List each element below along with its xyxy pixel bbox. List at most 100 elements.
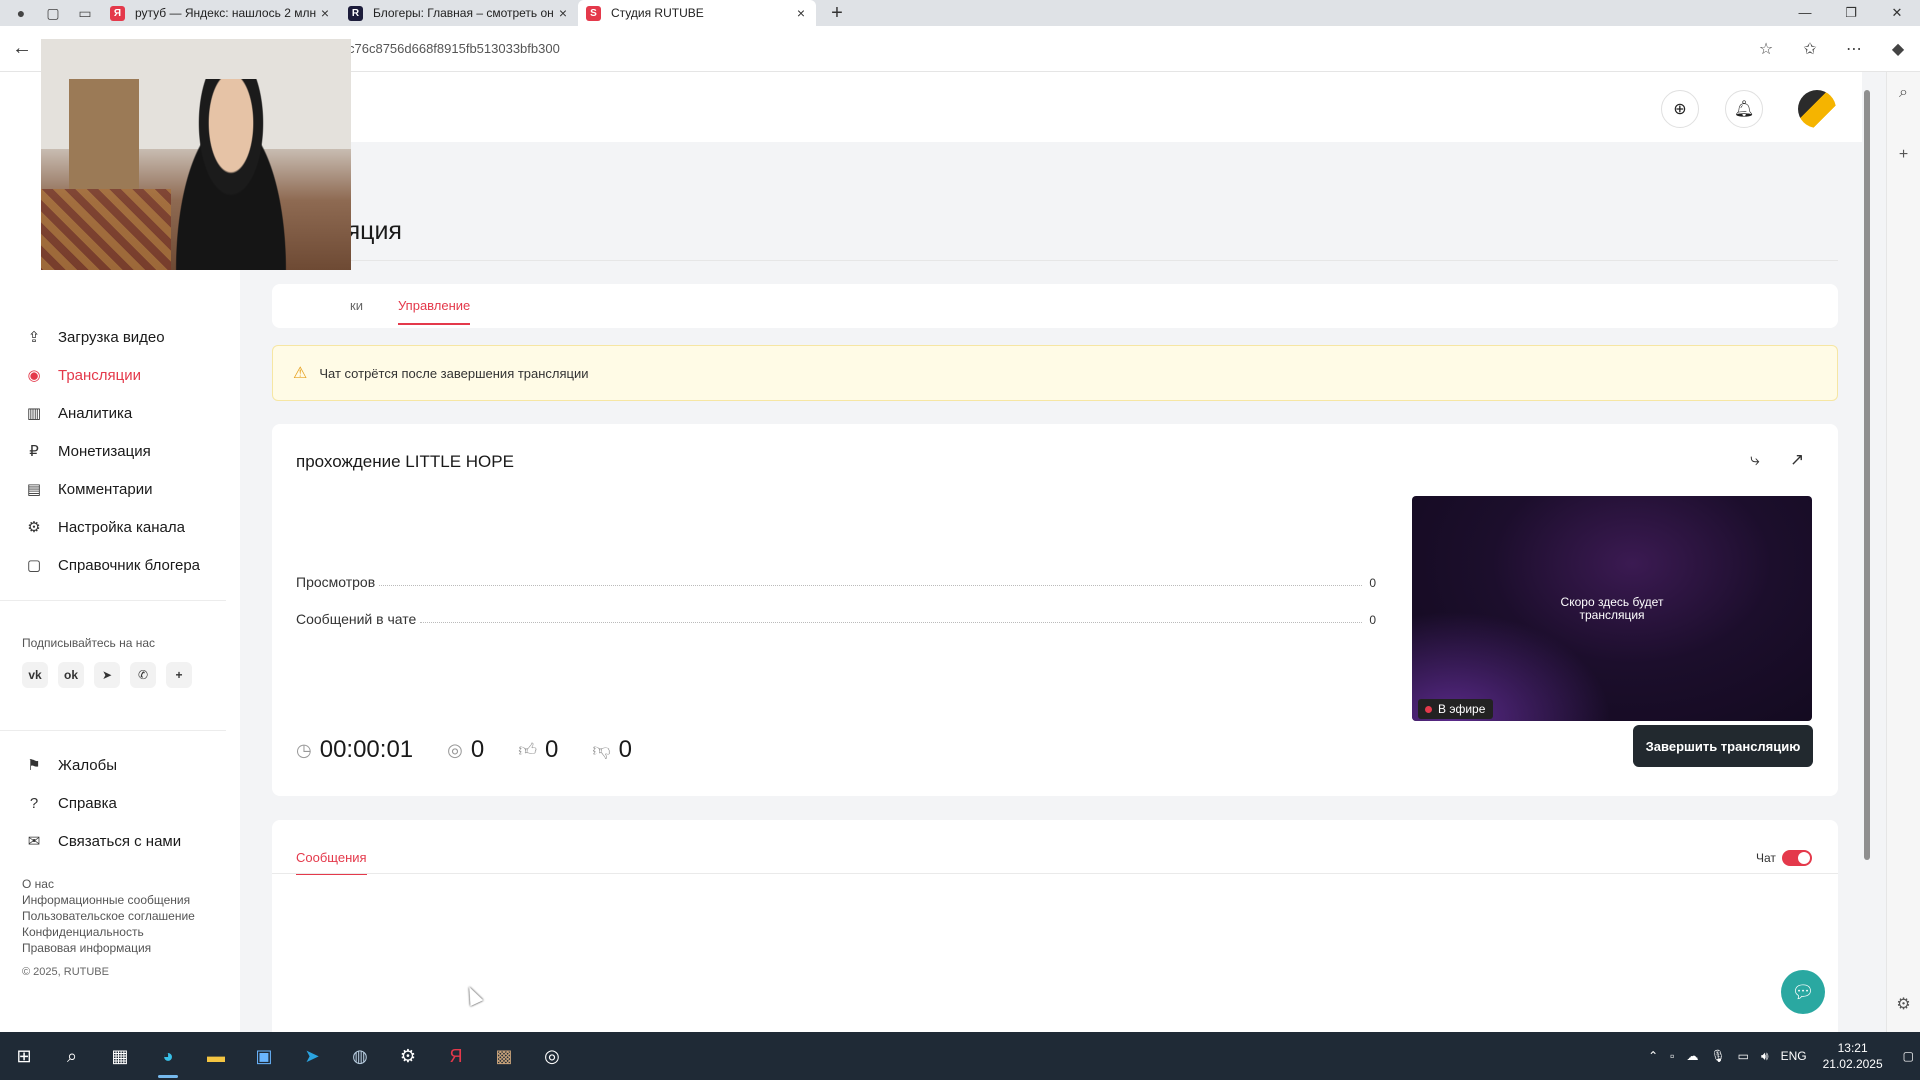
end-stream-button[interactable]: Завершить трансляцию (1633, 725, 1813, 767)
back-arrow-icon[interactable]: ← (12, 37, 42, 60)
more-social-icon[interactable]: + (166, 662, 192, 688)
notifications-icon[interactable]: ▢ (1903, 1049, 1914, 1063)
search-icon[interactable]: ⌕ (48, 1032, 96, 1080)
steam-icon[interactable]: ◍ (336, 1032, 384, 1080)
subscribe-heading: Подписывайтесь на нас (22, 636, 156, 650)
tab-actions-icon[interactable]: ▭ (74, 2, 96, 24)
edge-icon[interactable]: ◕ (144, 1032, 192, 1080)
profile-icon[interactable]: ● (10, 2, 32, 24)
share-icon[interactable]: ⤷ (1750, 450, 1760, 470)
settings-icon[interactable]: ⚙ (384, 1032, 432, 1080)
stream-preview[interactable]: Скоро здесь будет трансляция В эфире (1412, 496, 1812, 721)
clock-time: 13:21 (1837, 1041, 1868, 1055)
comment-icon: ▤ (26, 481, 42, 498)
search-icon[interactable]: ⌕ (1887, 84, 1920, 102)
copilot-icon[interactable]: ◆ (1876, 39, 1920, 59)
notifications-bell-icon[interactable]: 🔔︎ (1725, 90, 1763, 128)
language-indicator[interactable]: ENG (1781, 1049, 1807, 1063)
browser-tab-yandex[interactable]: Я рутуб — Яндекс: нашлось 2 млн × (102, 0, 340, 26)
footer-link-about[interactable]: О нас (22, 876, 195, 892)
network-icon[interactable]: ▭ (1738, 1049, 1749, 1063)
book-icon: ▢ (26, 557, 42, 574)
onedrive-icon[interactable]: ☁ (1686, 1049, 1698, 1063)
sidebar-item-contact[interactable]: ✉ Связаться с нами (0, 826, 240, 856)
copyright: © 2025, RUTUBE (22, 966, 109, 978)
open-external-icon[interactable]: ↗ (1790, 450, 1804, 470)
telegram-icon[interactable]: ➤ (288, 1032, 336, 1080)
browser-tab-studio[interactable]: S Студия RUTUBE × (578, 0, 816, 26)
close-icon[interactable]: × (794, 5, 808, 21)
rutube-favicon-icon: R (348, 5, 363, 21)
task-view-icon[interactable]: ▦ (96, 1032, 144, 1080)
new-tab-button[interactable]: + (824, 2, 850, 25)
vk-icon[interactable]: vk (22, 662, 48, 688)
tab-settings[interactable]: ки (350, 298, 363, 313)
timer-value: 00:00:01 (319, 736, 414, 763)
browser-tab-bloggers[interactable]: R Блогеры: Главная – смотреть он × (340, 0, 578, 26)
live-badge: В эфире (1418, 699, 1494, 719)
workspaces-icon[interactable]: ▢ (42, 2, 64, 24)
sidebar-item-label: Связаться с нами (58, 832, 182, 850)
mic-icon[interactable]: 🎙︎ (1710, 1049, 1725, 1063)
viewer-icon: ◎ (447, 739, 463, 760)
favorites-icon[interactable]: ✩ (1788, 39, 1832, 59)
settings-icon[interactable]: ⚙ (1887, 994, 1920, 1014)
webcam-overlay[interactable] (41, 39, 351, 270)
favorite-star-icon[interactable]: ☆ (1744, 39, 1788, 59)
tray-app-icon[interactable]: ▫ (1670, 1049, 1674, 1063)
page-scrollbar[interactable] (1862, 80, 1872, 1025)
footer-link-info[interactable]: Информационные сообщения (22, 892, 195, 908)
more-icon[interactable]: ⋯ (1832, 39, 1876, 59)
sidebar-item-label: Настройка канала (58, 518, 185, 536)
add-icon[interactable]: + (1887, 146, 1920, 164)
url-field[interactable]: c76c8756d668f8915fb513033bfb300 (348, 41, 560, 56)
sidebar-item-help[interactable]: ? Справка (0, 788, 240, 818)
upload-icon: ⇪ (27, 329, 41, 346)
maximize-icon[interactable]: ❐ (1828, 0, 1874, 26)
explorer-icon[interactable]: ▬ (192, 1032, 240, 1080)
avatar[interactable] (1798, 90, 1836, 128)
game-icon[interactable]: ▩ (480, 1032, 528, 1080)
start-icon[interactable]: ⊞ (0, 1032, 48, 1080)
odnoklassniki-icon[interactable]: ok (58, 662, 84, 688)
warning-icon: ⚠ (293, 365, 308, 382)
yandex-browser-icon[interactable]: Я (432, 1032, 480, 1080)
clock[interactable]: 13:21 21.02.2025 (1823, 1040, 1883, 1072)
sidebar-item-label: Аналитика (58, 404, 133, 422)
close-window-icon[interactable]: ✕ (1874, 0, 1920, 26)
telegram-icon[interactable]: ➤ (94, 662, 120, 688)
minimize-icon[interactable]: — (1782, 0, 1828, 26)
add-content-button[interactable]: ⊕ (1661, 90, 1699, 128)
chat-toggle-label: Чат (1756, 851, 1776, 865)
footer-link-terms[interactable]: Пользовательское соглашение (22, 908, 195, 924)
tab-management[interactable]: Управление (398, 298, 471, 325)
store-icon[interactable]: ▣ (240, 1032, 288, 1080)
scrollbar-thumb[interactable] (1864, 90, 1870, 860)
sidebar-item-blogger-guide[interactable]: ▢ Справочник блогера (0, 550, 240, 580)
yandex-favicon-icon: Я (110, 5, 125, 21)
sidebar-divider (0, 730, 226, 731)
sidebar-item-broadcasts[interactable]: ◉ Трансляции (0, 360, 240, 390)
mail-icon: ✉ (27, 833, 41, 850)
stream-card: прохождение LITTLE HOPE ⤷ ↗ Просмотров 0… (272, 424, 1838, 796)
viber-icon[interactable]: ✆ (130, 662, 156, 688)
sidebar-item-channel-settings[interactable]: ⚙ Настройка канала (0, 512, 240, 542)
likes-counter: 👍︎ 0 (518, 736, 558, 764)
footer-link-legal[interactable]: Правовая информация (22, 940, 195, 956)
obs-icon[interactable]: ◎ (528, 1032, 576, 1080)
chat-toggle[interactable] (1782, 850, 1812, 866)
sidebar-item-analytics[interactable]: ▥ Аналитика (0, 398, 240, 428)
volume-icon[interactable]: 🔊︎ (1761, 1049, 1769, 1064)
support-chat-button[interactable]: 💬︎ (1781, 970, 1825, 1014)
sidebar-item-comments[interactable]: ▤ Комментарии (0, 474, 240, 504)
timer-counter: ◷ 00:00:01 (296, 736, 413, 764)
sidebar-item-complaints[interactable]: ⚑ Жалобы (0, 750, 240, 780)
tab-messages[interactable]: Сообщения (296, 850, 367, 875)
viewers-value: 0 (470, 736, 485, 763)
sidebar-item-monetization[interactable]: ₽ Монетизация (0, 436, 240, 466)
close-icon[interactable]: × (556, 5, 570, 21)
close-icon[interactable]: × (318, 5, 332, 21)
chevron-up-icon[interactable]: ⌃ (1648, 1049, 1658, 1063)
sidebar-item-upload[interactable]: ⇪ Загрузка видео (0, 322, 240, 352)
footer-link-privacy[interactable]: Конфиденциальность (22, 924, 195, 940)
